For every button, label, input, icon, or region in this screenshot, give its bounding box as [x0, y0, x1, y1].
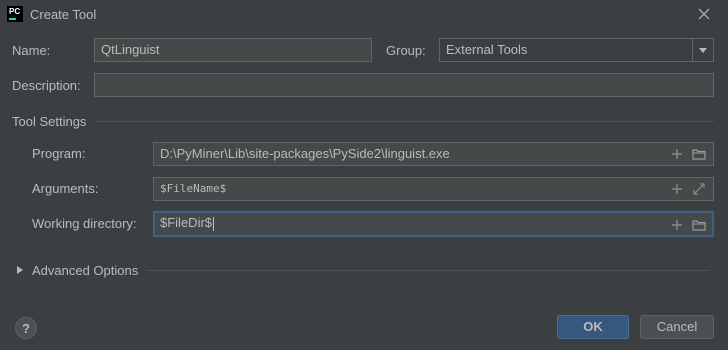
insert-macro-plus-icon[interactable]: [670, 218, 684, 232]
insert-macro-plus-icon[interactable]: [670, 147, 684, 161]
name-field[interactable]: QtLinguist: [94, 38, 372, 62]
help-button[interactable]: ?: [15, 317, 37, 339]
advanced-options-separator: [146, 270, 710, 271]
working-directory-field[interactable]: $FileDir$: [153, 211, 714, 237]
app-icon-text: PC: [9, 7, 21, 16]
advanced-options-toggle[interactable]: Advanced Options: [14, 262, 144, 280]
arguments-field[interactable]: $FileName$: [153, 177, 714, 201]
description-label: Description:: [12, 78, 81, 93]
window-title: Create Tool: [30, 7, 97, 22]
advanced-options-label: Advanced Options: [32, 263, 139, 278]
arguments-label: Arguments:: [32, 181, 99, 196]
expand-arrow-icon: [17, 266, 23, 274]
working-directory-label: Working directory:: [32, 216, 137, 231]
browse-folder-icon[interactable]: [692, 147, 706, 161]
ok-button[interactable]: OK: [557, 315, 629, 339]
program-field-value: D:\PyMiner\Lib\site-packages\PySide2\lin…: [160, 146, 450, 161]
close-button[interactable]: [694, 4, 714, 24]
working-directory-field-value: $FileDir$: [160, 215, 213, 230]
name-field-value: QtLinguist: [101, 42, 160, 57]
pycharm-app-icon: PC: [7, 6, 23, 22]
group-combo-box[interactable]: External Tools: [439, 38, 714, 62]
close-icon: [698, 8, 710, 20]
expand-editor-icon[interactable]: [692, 182, 706, 196]
arguments-field-value: $FileName$: [160, 182, 227, 195]
insert-macro-plus-icon[interactable]: [670, 182, 684, 196]
program-field[interactable]: D:\PyMiner\Lib\site-packages\PySide2\lin…: [153, 142, 714, 166]
text-cursor: [213, 216, 215, 231]
combo-dropdown-button[interactable]: [692, 39, 713, 61]
program-label: Program:: [32, 146, 86, 161]
tool-settings-separator: [96, 121, 714, 122]
chevron-down-icon: [699, 48, 707, 53]
group-combo-value: External Tools: [446, 42, 528, 57]
cancel-button[interactable]: Cancel: [640, 315, 714, 339]
tool-settings-heading: Tool Settings: [12, 114, 87, 129]
browse-folder-icon[interactable]: [692, 218, 706, 232]
group-label: Group:: [386, 43, 426, 58]
name-label: Name:: [12, 43, 51, 58]
title-bar: PC Create Tool: [0, 0, 728, 30]
description-field[interactable]: [94, 73, 714, 97]
